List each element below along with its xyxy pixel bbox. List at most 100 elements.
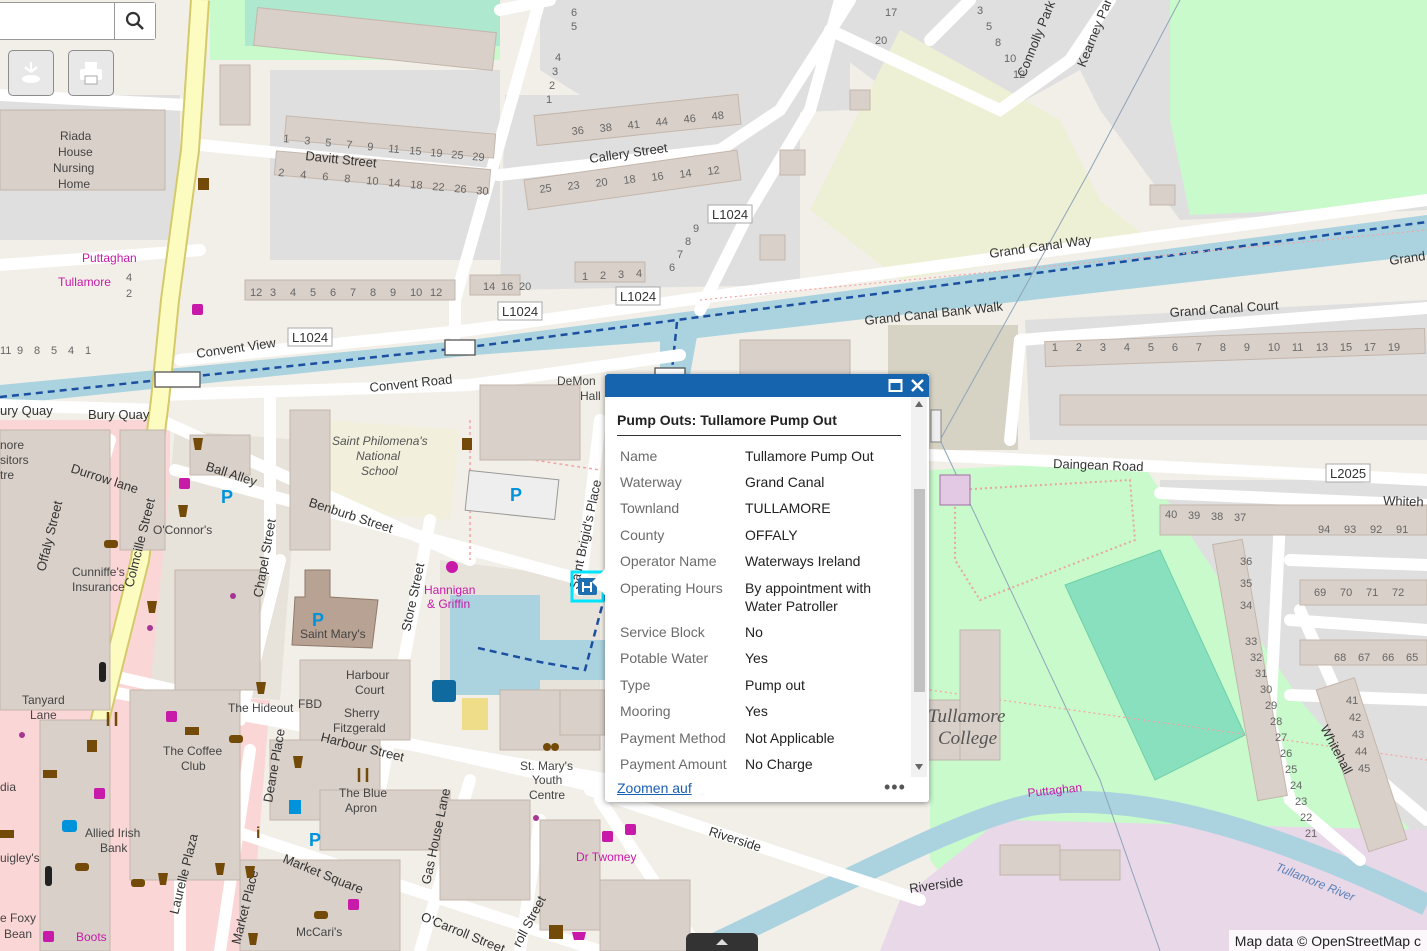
- house-number: 26: [454, 183, 467, 196]
- fast-food-icon: [75, 863, 89, 871]
- house-number: 30: [1260, 684, 1272, 696]
- house-number: 7: [350, 287, 356, 299]
- place-label: Apron: [345, 801, 377, 815]
- house-number: 36: [571, 125, 584, 138]
- feature-popup: Pump Outs: Tullamore Pump Out Name Tullam…: [592, 374, 929, 802]
- close-icon[interactable]: [909, 377, 926, 394]
- locality-label: Tullamore: [58, 275, 111, 289]
- house-number: 11: [1292, 342, 1304, 354]
- house-number: 3: [270, 287, 276, 299]
- house-number: 8: [344, 173, 351, 185]
- attribute-key: County: [620, 527, 665, 543]
- print-button[interactable]: [68, 50, 114, 96]
- house-number: 2: [1076, 342, 1083, 354]
- attribute-value: By appointment with Water Patroller: [745, 580, 872, 614]
- house-number: 8: [685, 236, 691, 248]
- house-number: 4: [555, 52, 561, 64]
- place-label: Riada: [60, 129, 92, 143]
- house-number: 14: [388, 177, 401, 190]
- pharmacy-icon: [43, 931, 54, 942]
- house-number: 38: [599, 122, 612, 135]
- house-number: 18: [410, 179, 423, 192]
- house-number: 37: [1234, 512, 1246, 524]
- street-label: ury Quay: [0, 403, 53, 418]
- house-number: 2: [600, 270, 606, 282]
- lock-icon: [930, 409, 942, 443]
- search-icon: [125, 11, 144, 30]
- attribute-value: Pump out: [745, 677, 805, 693]
- place-label: Saint Philomena's: [332, 434, 428, 448]
- popup-scrollbar[interactable]: [911, 397, 927, 777]
- house-number: 93: [1344, 524, 1356, 536]
- house-number: 6: [669, 262, 675, 274]
- place-label: Court: [355, 683, 385, 697]
- pharmacy-icon: [348, 899, 359, 910]
- locate-button[interactable]: [8, 50, 54, 96]
- house-number: 46: [683, 113, 696, 126]
- house-number: 42: [1349, 712, 1361, 724]
- fuel-icon: [289, 800, 301, 814]
- zoom-to-link[interactable]: Zoomen auf: [617, 780, 692, 796]
- house-number: 1: [1052, 342, 1059, 354]
- house-number: 6: [571, 7, 577, 19]
- scroll-thumb[interactable]: [914, 489, 925, 692]
- house-number: 48: [711, 110, 724, 123]
- attribute-key: Payment Amount: [620, 756, 727, 772]
- maximize-icon[interactable]: [888, 378, 903, 393]
- community-centre-icon: [551, 743, 559, 751]
- search-button[interactable]: [114, 3, 155, 39]
- place-label: Sherry: [344, 706, 379, 720]
- popup-footer: Zoomen auf •••: [605, 774, 929, 802]
- road-ref: L2025: [1330, 466, 1366, 481]
- pub-icon: [462, 438, 472, 450]
- cafe-icon: [43, 770, 57, 778]
- attribute-value: No: [745, 624, 763, 640]
- house-number: 10: [410, 287, 422, 299]
- place-label: Tullamore: [928, 706, 1005, 727]
- scroll-down-icon[interactable]: [915, 764, 923, 770]
- search-input[interactable]: [0, 3, 120, 41]
- attribute-value: TULLAMORE: [745, 500, 831, 516]
- house-number: 9: [693, 223, 699, 235]
- road-ref: L1024: [502, 304, 538, 319]
- house-number: 4: [68, 345, 74, 357]
- house-number: 16: [501, 281, 513, 293]
- scroll-up-icon[interactable]: [915, 401, 923, 407]
- popup-body[interactable]: Pump Outs: Tullamore Pump Out Name Tullam…: [605, 397, 929, 772]
- place-label: DeMon: [557, 374, 596, 388]
- attribute-value: OFFALY: [745, 527, 798, 543]
- attribute-value: Tullamore Pump Out: [745, 448, 874, 464]
- attribute-key: Potable Water: [620, 650, 709, 666]
- house-number: 20: [595, 176, 609, 190]
- search-box: [0, 2, 156, 41]
- bottom-panel-toggle[interactable]: [686, 933, 758, 951]
- house-number: 3: [304, 135, 311, 147]
- more-options-button[interactable]: •••: [884, 777, 906, 798]
- house-number: 34: [1240, 600, 1252, 612]
- shop-icon: [549, 925, 563, 939]
- place-label: Saint Mary's: [300, 627, 366, 641]
- place-label: Bean: [4, 927, 32, 941]
- place-label: Bank: [100, 841, 128, 855]
- house-number: 36: [1240, 556, 1252, 568]
- pharmacy-icon: [94, 788, 105, 799]
- house-number: 19: [430, 147, 443, 160]
- house-number: 9: [1244, 342, 1251, 354]
- fast-food-icon: [104, 540, 118, 548]
- chevron-up-icon: [716, 939, 728, 945]
- attribute-key: Mooring: [620, 703, 671, 719]
- house-number: 6: [330, 287, 336, 299]
- house-number: 7: [346, 139, 353, 151]
- sand-area: [462, 698, 488, 730]
- house-number: 4: [290, 287, 296, 299]
- attribute-value: Waterways Ireland: [745, 553, 861, 569]
- house-number: 3: [618, 269, 624, 281]
- place-label: tre: [0, 468, 14, 482]
- house-number: 41: [627, 119, 640, 132]
- house-number: 1: [546, 94, 552, 106]
- parking-icon: P: [221, 487, 233, 507]
- fast-food-icon: [229, 735, 243, 743]
- place-label: McCari's: [296, 925, 342, 939]
- house-number: 35: [1240, 578, 1252, 590]
- popup-pointer: [592, 569, 605, 595]
